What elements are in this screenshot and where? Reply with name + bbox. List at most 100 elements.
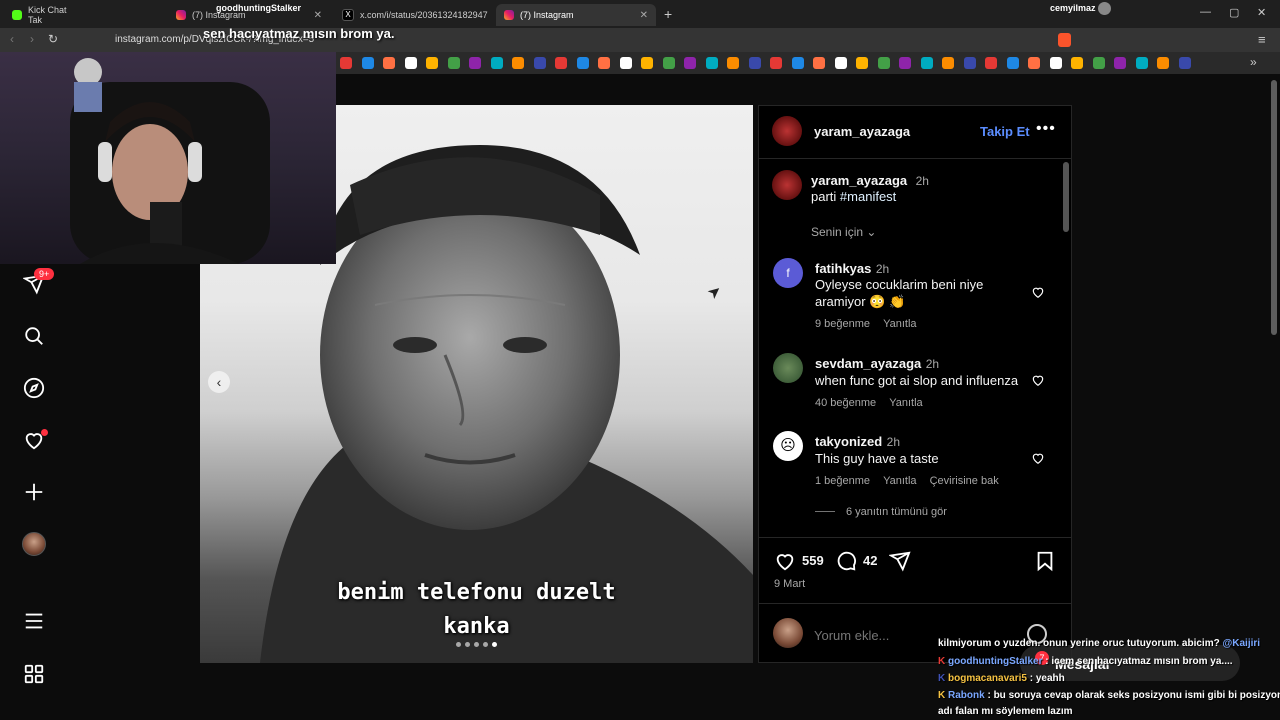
bookmark-favicon-icon[interactable]	[447, 57, 460, 69]
browser-menu-icon[interactable]: ≡	[1258, 32, 1266, 47]
search-icon[interactable]	[20, 322, 48, 350]
comment-like-icon[interactable]	[1031, 285, 1045, 304]
browser-tab-strip: Kick Chat Tak (7) Instagram ✕ X x.com/i/…	[0, 0, 1280, 28]
bookmark-favicon-icon[interactable]	[684, 57, 696, 69]
like-count[interactable]: 559	[802, 553, 824, 568]
menu-icon[interactable]	[20, 607, 48, 635]
bookmark-favicon-icon[interactable]	[942, 57, 954, 69]
bookmark-favicon-icon[interactable]	[985, 57, 997, 69]
bookmark-favicon-icon[interactable]	[361, 57, 374, 69]
reload-icon[interactable]: ↻	[48, 32, 58, 46]
bookmark-favicon-icon[interactable]	[404, 57, 417, 69]
caption-username[interactable]: yaram_ayazaga	[811, 173, 907, 188]
bookmark-favicon-icon[interactable]	[490, 57, 503, 69]
bookmark-favicon-icon[interactable]	[877, 57, 890, 69]
bookmark-favicon-icon[interactable]	[1028, 57, 1040, 69]
bookmark-favicon-icon[interactable]	[598, 57, 610, 69]
create-plus-icon[interactable]	[20, 478, 48, 506]
tab-x-status[interactable]: X x.com/i/status/20361324182947210	[334, 4, 496, 26]
profile-avatar-icon[interactable]	[1098, 2, 1111, 15]
comment-sort-dropdown[interactable]: Senin için ⌄	[811, 225, 876, 239]
comment-likes[interactable]: 9 beğenme	[815, 318, 870, 330]
carousel-prev-button[interactable]: ‹	[208, 371, 230, 393]
comment-count[interactable]: 42	[863, 553, 877, 568]
bookmark-favicon-icon[interactable]	[770, 57, 782, 69]
bookmark-favicon-icon[interactable]	[1178, 57, 1191, 69]
brave-shield-icon[interactable]	[1058, 33, 1071, 47]
bookmark-favicon-icon[interactable]	[705, 57, 718, 69]
comment-avatar[interactable]: ☹	[773, 431, 803, 461]
bookmark-favicon-icon[interactable]	[533, 57, 546, 69]
reply-button[interactable]: Yanıtla	[883, 318, 916, 330]
chat-username: bogmacanavari5	[948, 673, 1027, 684]
comment-avatar[interactable]	[773, 353, 803, 383]
bookmark-favicon-icon[interactable]	[791, 57, 804, 69]
bookmark-favicon-icon[interactable]	[383, 57, 395, 69]
author-avatar[interactable]	[772, 116, 802, 146]
bookmark-favicon-icon[interactable]	[619, 57, 632, 69]
comment-username[interactable]: takyonized	[815, 434, 882, 449]
bookmark-favicon-icon[interactable]	[641, 57, 653, 69]
bookmark-favicon-icon[interactable]	[813, 57, 825, 69]
bookmark-favicon-icon[interactable]	[1006, 57, 1019, 69]
comment-like-icon[interactable]	[1031, 373, 1045, 392]
bookmark-favicon-icon[interactable]	[899, 57, 911, 69]
comment-username[interactable]: fatihkyas	[815, 261, 871, 276]
bookmark-favicon-icon[interactable]	[426, 57, 438, 69]
bookmark-favicon-icon[interactable]	[340, 57, 352, 69]
more-options-icon[interactable]: •••	[1036, 120, 1056, 138]
tab-instagram-active[interactable]: (7) Instagram ✕	[496, 4, 656, 26]
share-icon[interactable]	[888, 550, 911, 577]
follow-button[interactable]: Takip Et	[980, 124, 1030, 139]
forward-icon[interactable]: ›	[30, 32, 34, 46]
bookmark-favicon-icon[interactable]	[1049, 57, 1062, 69]
tab-kick-chat[interactable]: Kick Chat Tak	[4, 4, 90, 26]
author-username[interactable]: yaram_ayazaga	[814, 124, 910, 139]
close-window-icon[interactable]: ✕	[1257, 6, 1266, 19]
bookmark-favicon-icon[interactable]	[662, 57, 675, 69]
bookmark-favicon-icon[interactable]	[727, 57, 739, 69]
bookmark-favicon-icon[interactable]	[834, 57, 847, 69]
minimize-icon[interactable]: —	[1200, 6, 1211, 18]
instagram-favicon-icon	[504, 10, 514, 20]
comment-avatar[interactable]: f	[773, 258, 803, 288]
like-icon[interactable]	[774, 550, 796, 577]
comment-likes[interactable]: 1 beğenme	[815, 475, 870, 487]
page-scrollbar[interactable]	[1271, 80, 1277, 335]
close-tab-icon[interactable]: ✕	[314, 10, 322, 21]
bookmark-icon[interactable]	[1034, 550, 1056, 577]
maximize-icon[interactable]: ▢	[1229, 6, 1239, 19]
tab-label: x.com/i/status/20361324182947210	[360, 10, 488, 20]
bookmark-favicon-icon[interactable]	[1114, 57, 1126, 69]
bookmark-favicon-icon[interactable]	[555, 57, 567, 69]
bookmark-favicon-icon[interactable]	[512, 57, 524, 69]
comment-like-icon[interactable]	[1031, 451, 1045, 470]
bookmark-favicon-icon[interactable]	[856, 57, 868, 69]
reply-button[interactable]: Yanıtla	[883, 475, 916, 487]
view-replies-link[interactable]: 6 yanıtın tümünü gör	[846, 506, 947, 518]
close-tab-icon[interactable]: ✕	[640, 10, 648, 21]
translate-link[interactable]: Çevirisine bak	[930, 475, 999, 487]
bookmarks-overflow-icon[interactable]: »	[1250, 55, 1257, 69]
bookmark-favicon-icon[interactable]	[1071, 57, 1083, 69]
bookmark-favicon-icon[interactable]	[576, 57, 589, 69]
comment-likes[interactable]: 40 beğenme	[815, 397, 876, 409]
comments-scrollbar[interactable]	[1063, 162, 1069, 232]
comment-username[interactable]: sevdam_ayazaga	[815, 356, 921, 371]
bookmark-favicon-icon[interactable]	[1135, 57, 1148, 69]
more-apps-icon[interactable]	[20, 660, 48, 688]
comment-icon[interactable]	[835, 550, 857, 577]
reply-button[interactable]: Yanıtla	[889, 397, 922, 409]
bookmark-favicon-icon[interactable]	[920, 57, 933, 69]
bookmark-favicon-icon[interactable]	[469, 57, 481, 69]
bookmark-favicon-icon[interactable]	[963, 57, 976, 69]
bookmark-favicon-icon[interactable]	[1092, 57, 1105, 69]
profile-avatar[interactable]	[20, 530, 48, 558]
bookmark-favicon-icon[interactable]	[748, 57, 761, 69]
new-tab-button[interactable]: +	[664, 6, 672, 22]
caption-avatar[interactable]	[772, 170, 802, 200]
explore-icon[interactable]	[20, 374, 48, 402]
back-icon[interactable]: ‹	[10, 32, 14, 46]
bookmark-favicon-icon[interactable]	[1157, 57, 1169, 69]
caption-hashtag[interactable]: #manifest	[840, 189, 896, 204]
